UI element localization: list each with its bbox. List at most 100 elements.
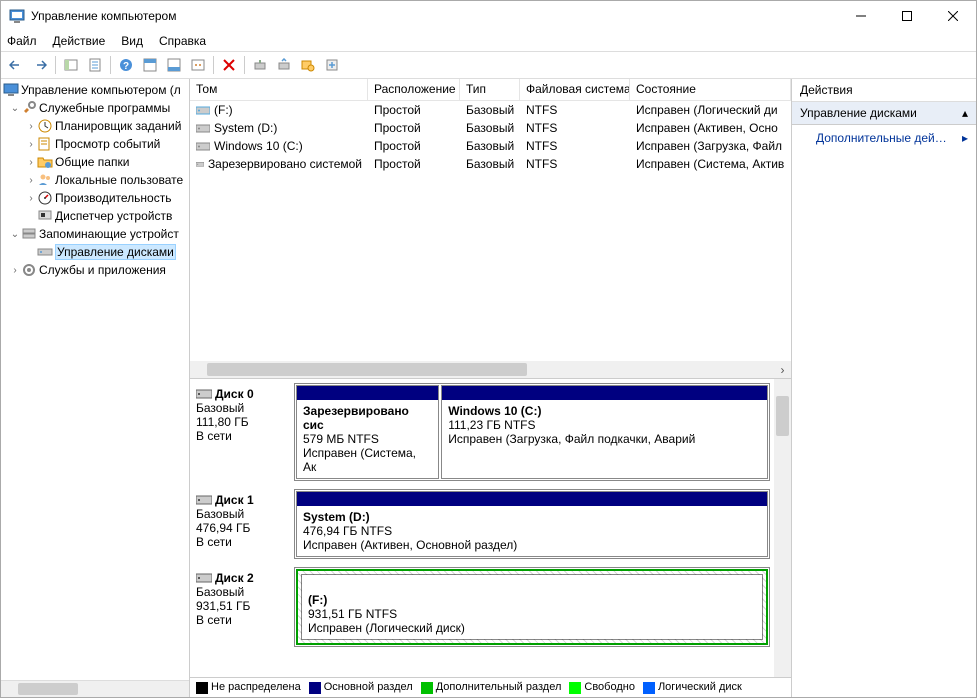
disk-partitions: Зарезервировано сис579 МБ NTFSИсправен (… <box>294 383 770 481</box>
titlebar: Управление компьютером <box>1 1 976 31</box>
disk-info: Диск 1Базовый476,94 ГБВ сети <box>194 489 288 559</box>
expand-icon[interactable]: › <box>25 157 37 168</box>
collapse-up-icon[interactable]: ▴ <box>962 106 968 120</box>
legend-primary: Основной раздел <box>324 681 413 693</box>
expand-icon[interactable]: › <box>25 139 37 150</box>
expand-icon[interactable]: › <box>25 121 37 132</box>
tree-horizontal-scrollbar[interactable] <box>1 680 189 697</box>
tree-event-viewer[interactable]: › Просмотр событий <box>1 135 189 153</box>
menu-action[interactable]: Действие <box>53 34 106 48</box>
nav-back-button[interactable] <box>5 54 27 76</box>
action-2-button[interactable] <box>273 54 295 76</box>
volume-row[interactable]: System (D:)ПростойБазовыйNTFSИсправен (А… <box>190 119 791 137</box>
tree-disk-management[interactable]: Управление дисками <box>1 243 189 261</box>
volume-horizontal-scrollbar[interactable]: › <box>190 361 791 378</box>
close-button[interactable] <box>930 1 976 31</box>
action-3-button[interactable] <box>297 54 319 76</box>
tree-local-users[interactable]: › Локальные пользовате <box>1 171 189 189</box>
expand-icon[interactable]: › <box>9 265 21 276</box>
col-layout[interactable]: Расположение <box>368 79 460 100</box>
tree-pane: Управление компьютером (л ⌄ Служебные пр… <box>1 79 190 697</box>
disk-row[interactable]: Диск 1Базовый476,94 ГБВ сетиSystem (D:)4… <box>190 485 774 563</box>
tree-root[interactable]: Управление компьютером (л <box>1 81 189 99</box>
volume-fs: NTFS <box>520 102 630 118</box>
minimize-button[interactable] <box>838 1 884 31</box>
partition[interactable]: (F:)931,51 ГБ NTFSИсправен (Логический д… <box>296 569 768 645</box>
view-bottom-button[interactable] <box>163 54 185 76</box>
disk-row[interactable]: Диск 0Базовый111,80 ГБВ сетиЗарезервиров… <box>190 379 774 485</box>
disk-icon <box>196 388 212 400</box>
tree-system-tools[interactable]: ⌄ Служебные программы <box>1 99 189 117</box>
view-top-button[interactable] <box>139 54 161 76</box>
partition[interactable]: System (D:)476,94 ГБ NTFSИсправен (Актив… <box>296 491 768 557</box>
navigation-tree[interactable]: Управление компьютером (л ⌄ Служебные пр… <box>1 79 189 680</box>
volume-status: Исправен (Загрузка, Файл <box>630 138 791 154</box>
volume-row[interactable]: Windows 10 (C:)ПростойБазовыйNTFSИсправе… <box>190 137 791 155</box>
disk-partitions: System (D:)476,94 ГБ NTFSИсправен (Актив… <box>294 489 770 559</box>
tools-icon <box>21 100 37 116</box>
legend-logical: Логический диск <box>658 681 742 693</box>
volume-name: System (D:) <box>214 121 277 135</box>
clock-icon <box>37 118 53 134</box>
col-fs[interactable]: Файловая система <box>520 79 630 100</box>
volume-icon <box>196 158 204 170</box>
col-volume[interactable]: Том <box>190 79 368 100</box>
disk-row[interactable]: Диск 2Базовый931,51 ГБВ сети(F:)931,51 Г… <box>190 563 774 651</box>
volume-status: Исправен (Активен, Осно <box>630 120 791 136</box>
expand-icon[interactable]: › <box>25 193 37 204</box>
menu-view[interactable]: Вид <box>121 34 143 48</box>
volume-layout: Простой <box>368 138 460 154</box>
disk-info: Диск 2Базовый931,51 ГБВ сети <box>194 567 288 647</box>
app-icon <box>9 8 25 24</box>
legend-free: Свободно <box>584 681 635 693</box>
actions-group-disk-management[interactable]: Управление дисками ▴ <box>792 102 976 125</box>
disk-list[interactable]: Диск 0Базовый111,80 ГБВ сетиЗарезервиров… <box>190 379 774 677</box>
center-pane: Том Расположение Тип Файловая система Со… <box>190 79 792 697</box>
performance-icon <box>37 190 53 206</box>
device-icon <box>37 208 53 224</box>
actions-more[interactable]: Дополнительные дей… ▸ <box>792 125 976 151</box>
partition[interactable]: Windows 10 (C:)111,23 ГБ NTFSИсправен (З… <box>441 385 768 479</box>
tree-storage[interactable]: ⌄ Запоминающие устройст <box>1 225 189 243</box>
volume-row[interactable]: (F:)ПростойБазовыйNTFSИсправен (Логическ… <box>190 101 791 119</box>
help-button[interactable]: ? <box>115 54 137 76</box>
volume-type: Базовый <box>460 156 520 172</box>
col-type[interactable]: Тип <box>460 79 520 100</box>
services-icon <box>21 262 37 278</box>
menu-file[interactable]: Файл <box>7 34 37 48</box>
volume-fs: NTFS <box>520 156 630 172</box>
volume-name: Зарезервировано системой <box>208 157 362 171</box>
delete-button[interactable] <box>218 54 240 76</box>
collapse-icon[interactable]: ⌄ <box>9 103 21 114</box>
expand-icon[interactable]: › <box>25 175 37 186</box>
menu-help[interactable]: Справка <box>159 34 206 48</box>
volume-status: Исправен (Система, Актив <box>630 156 791 172</box>
show-hide-tree-button[interactable] <box>60 54 82 76</box>
tree-shared-folders[interactable]: › Общие папки <box>1 153 189 171</box>
storage-icon <box>21 226 37 242</box>
action-1-button[interactable] <box>249 54 271 76</box>
volume-row[interactable]: Зарезервировано системой ПростойБазовыйNT… <box>190 155 791 173</box>
col-status[interactable]: Состояние <box>630 79 791 100</box>
disk-info: Диск 0Базовый111,80 ГБВ сети <box>194 383 288 481</box>
volume-type: Базовый <box>460 120 520 136</box>
volume-type: Базовый <box>460 102 520 118</box>
legend-unallocated: Не распределена <box>211 681 301 693</box>
legend: Не распределена Основной раздел Дополнит… <box>190 677 791 697</box>
collapse-icon[interactable]: ⌄ <box>9 229 21 240</box>
partition[interactable]: Зарезервировано сис579 МБ NTFSИсправен (… <box>296 385 439 479</box>
volume-layout: Простой <box>368 156 460 172</box>
actions-pane: Действия Управление дисками ▴ Дополнител… <box>792 79 976 697</box>
action-4-button[interactable] <box>321 54 343 76</box>
tree-performance[interactable]: › Производительность <box>1 189 189 207</box>
disk-vertical-scrollbar[interactable] <box>774 379 791 677</box>
maximize-button[interactable] <box>884 1 930 31</box>
volume-layout: Простой <box>368 102 460 118</box>
tree-services[interactable]: › Службы и приложения <box>1 261 189 279</box>
nav-forward-button[interactable] <box>29 54 51 76</box>
tree-task-scheduler[interactable]: › Планировщик заданий <box>1 117 189 135</box>
volume-list-body[interactable]: (F:)ПростойБазовыйNTFSИсправен (Логическ… <box>190 101 791 361</box>
tree-device-manager[interactable]: Диспетчер устройств <box>1 207 189 225</box>
settings-button[interactable] <box>187 54 209 76</box>
properties-button[interactable] <box>84 54 106 76</box>
